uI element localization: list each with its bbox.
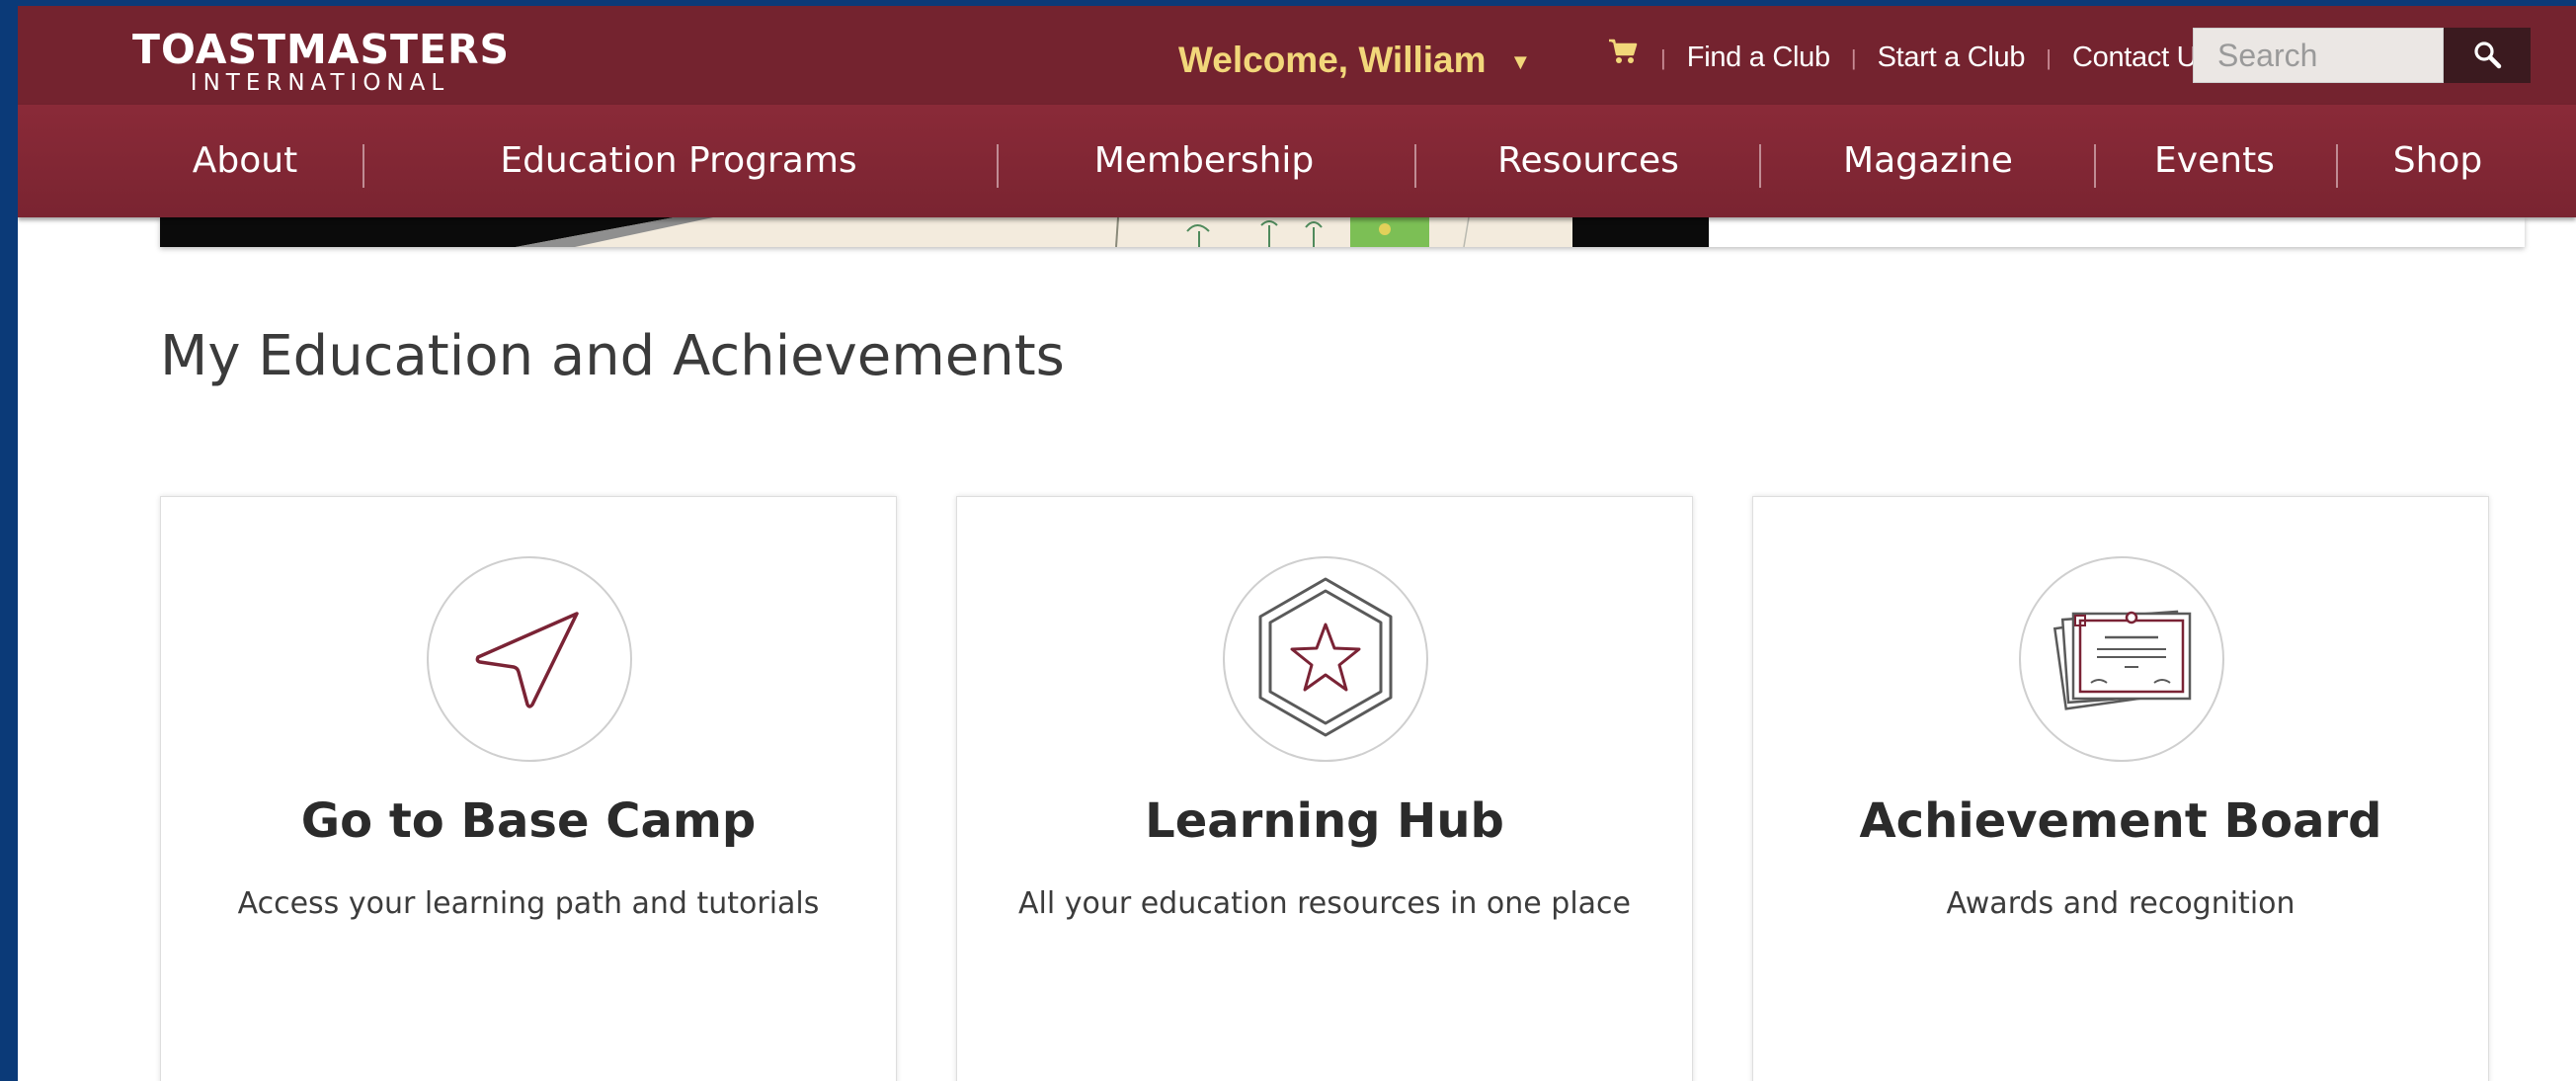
certificate-icon (2048, 598, 2196, 721)
cart-icon[interactable] (1608, 38, 1638, 70)
nav-item-magazine[interactable]: Magazine (1843, 105, 2013, 217)
welcome-text: Welcome, William (1178, 40, 1487, 80)
nav-item-shop[interactable]: Shop (2393, 105, 2483, 217)
nav-item-membership[interactable]: Membership (1094, 105, 1315, 217)
logo-main-text: TOASTMASTERS (132, 26, 511, 73)
card-icon-circle (427, 556, 632, 762)
nav-divider (1414, 144, 1416, 188)
nav-divider (1759, 144, 1761, 188)
link-separator: | (1660, 45, 1666, 71)
nav-divider (2336, 144, 2338, 188)
card-icon-circle (1223, 556, 1428, 762)
welcome-user-menu[interactable]: Welcome, William ▼ (1178, 40, 1531, 81)
nav-item-resources[interactable]: Resources (1497, 105, 1679, 217)
nav-divider (362, 144, 364, 188)
contact-us-link[interactable]: Contact Us (2072, 42, 2212, 73)
card-description: Awards and recognition (1946, 886, 2295, 921)
main-navigation: About Education Programs Membership Reso… (18, 105, 2576, 217)
search-icon (2472, 40, 2502, 72)
learning-hub-card[interactable]: Learning Hub All your education resource… (956, 496, 1693, 1081)
achievement-board-card[interactable]: Achievement Board Awards and recognition (1752, 496, 2489, 1081)
search-button[interactable] (2444, 28, 2531, 83)
nav-item-about[interactable]: About (193, 105, 297, 217)
find-a-club-link[interactable]: Find a Club (1687, 42, 1830, 73)
hero-banner-image[interactable] (160, 217, 1709, 247)
paper-plane-icon (470, 598, 589, 721)
card-title: Learning Hub (1145, 793, 1504, 849)
browser-page: TOASTMASTERS INTERNATIONAL Welcome, Will… (18, 6, 2576, 1081)
nav-divider (997, 144, 999, 188)
top-utility-bar: TOASTMASTERS INTERNATIONAL Welcome, Will… (18, 6, 2576, 105)
card-title: Achievement Board (1859, 793, 2382, 849)
card-description: Access your learning path and tutorials (237, 886, 820, 921)
nav-item-education-programs[interactable]: Education Programs (500, 105, 856, 217)
card-description: All your education resources in one plac… (1018, 886, 1631, 921)
card-icon-circle (2019, 556, 2224, 762)
search-input[interactable] (2193, 28, 2444, 83)
link-separator: | (2046, 45, 2052, 71)
link-separator: | (1850, 45, 1857, 71)
logo-sub-text: INTERNATIONAL (190, 70, 450, 96)
hexagon-star-icon (1247, 573, 1405, 746)
utility-links: | Find a Club | Start a Club | Contact U… (1648, 42, 2212, 74)
nav-item-events[interactable]: Events (2154, 105, 2275, 217)
toastmasters-logo[interactable]: TOASTMASTERS INTERNATIONAL (132, 26, 511, 96)
hero-banner-card (160, 217, 2525, 247)
card-title: Go to Base Camp (300, 793, 757, 849)
section-title: My Education and Achievements (160, 324, 1065, 388)
base-camp-card[interactable]: Go to Base Camp Access your learning pat… (160, 496, 897, 1081)
start-a-club-link[interactable]: Start a Club (1878, 42, 2026, 73)
nav-divider (2094, 144, 2096, 188)
caret-down-icon: ▼ (1509, 49, 1532, 75)
